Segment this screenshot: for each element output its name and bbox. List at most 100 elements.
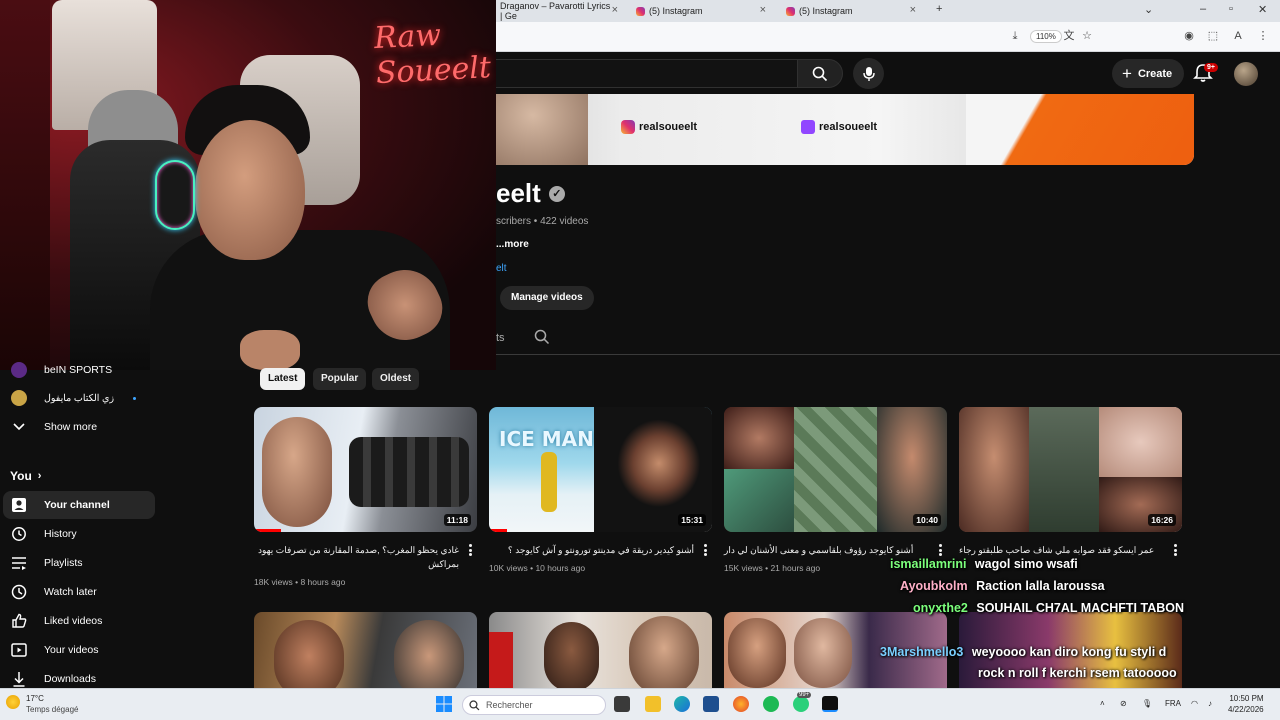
- video-thumbnail[interactable]: 16:26: [959, 407, 1182, 532]
- weather-temp[interactable]: 17°C: [26, 694, 44, 703]
- sidebar-you-header[interactable]: You ›: [10, 469, 41, 483]
- firefox-icon[interactable]: [733, 696, 749, 712]
- channel-search-icon[interactable]: [534, 329, 550, 345]
- more-link[interactable]: ...more: [496, 239, 529, 250]
- store-icon[interactable]: [703, 696, 719, 712]
- language-indicator[interactable]: FRA: [1165, 699, 1181, 708]
- video-meta: 15K views • 21 hours ago: [724, 563, 821, 573]
- upload-age: 10 hours ago: [535, 563, 586, 573]
- close-icon[interactable]: ×: [612, 4, 618, 16]
- taskbar-search[interactable]: Rechercher: [462, 695, 606, 715]
- sidebar-item-your-channel[interactable]: Your channel: [3, 491, 155, 519]
- chat-message: onyxthe2 SOUHAIL CH7AL MACHFTI TABON: [913, 601, 1184, 615]
- video-thumbnail[interactable]: 11:18: [254, 407, 477, 532]
- sidebar-item-label: History: [44, 528, 77, 540]
- speaker-icon[interactable]: ♪: [1208, 699, 1212, 708]
- watch-progress: [254, 529, 281, 532]
- edge-icon[interactable]: [674, 696, 690, 712]
- network-icon[interactable]: ⊘: [1120, 699, 1127, 708]
- filter-oldest[interactable]: Oldest: [372, 368, 420, 390]
- video-title[interactable]: عمر ايسكو فقد صوابه ملي شاف صاحب طلبقتو …: [959, 543, 1164, 557]
- task-view-icon[interactable]: [614, 696, 630, 712]
- view-count: 10K views: [489, 563, 528, 573]
- mic-icon[interactable]: 🎙︎: [1142, 699, 1152, 708]
- tab-instagram-1[interactable]: (5) Instagram ×: [632, 2, 772, 20]
- spotify-icon[interactable]: [763, 696, 779, 712]
- tab-lyrics[interactable]: Draganov – Pavarotti Lyrics | Ge ×: [496, 1, 618, 21]
- clock-time: 10:50 PM: [1229, 694, 1264, 703]
- duration-badge: 16:26: [1148, 514, 1176, 526]
- sidebar-item-watch-later[interactable]: Watch later: [0, 578, 152, 606]
- chat-message: Ayoubkolm Raction lalla laroussa: [900, 579, 1105, 593]
- chat-username: ismaillamrini: [890, 557, 967, 571]
- close-window-icon[interactable]: ✕: [1258, 3, 1267, 16]
- channel-avatar-icon: [10, 361, 28, 379]
- video-title[interactable]: أشنو كيدير دريقة في مدينتو تورونتو و آش …: [489, 543, 694, 557]
- tab-posts[interactable]: ts: [496, 332, 505, 344]
- sidebar-sub-kitab[interactable]: زي الكتاب مايفول: [0, 384, 152, 412]
- chevron-up-icon[interactable]: ˄: [1100, 699, 1105, 708]
- maximize-icon[interactable]: ▫: [1229, 3, 1233, 15]
- whatsapp-icon[interactable]: [793, 696, 809, 712]
- more-options-icon[interactable]: [704, 544, 708, 556]
- video-thumbnail[interactable]: [254, 612, 477, 688]
- translate-icon[interactable]: 文: [1063, 30, 1075, 42]
- tab-instagram-2[interactable]: (5) Instagram ×: [782, 2, 922, 20]
- playlists-icon: [10, 554, 28, 572]
- install-icon[interactable]: ⤓: [1009, 30, 1021, 42]
- extensions-icon[interactable]: ⬚: [1207, 30, 1219, 42]
- more-options-icon[interactable]: [469, 544, 473, 556]
- neon-sign: Raw Soueelt: [373, 17, 492, 92]
- filter-popular[interactable]: Popular: [313, 368, 367, 390]
- video-title[interactable]: غادي يحظو المغرب؟ ,صدمة المقارنة من تصرف…: [254, 543, 459, 571]
- video-thumbnail[interactable]: ICE MAN 15:31: [489, 407, 712, 532]
- clock[interactable]: 10:50 PM 4/22/2026: [1228, 693, 1264, 715]
- sidebar-item-label: beIN SPORTS: [44, 364, 113, 376]
- chevron-down-icon: [10, 418, 28, 436]
- manage-videos-button[interactable]: Manage videos: [500, 286, 594, 310]
- filter-latest[interactable]: Latest: [260, 368, 306, 390]
- zoom-indicator[interactable]: 110%: [1030, 30, 1062, 43]
- voice-search-button[interactable]: [853, 58, 884, 89]
- weather-desc[interactable]: Temps dégagé: [26, 705, 78, 714]
- sidebar-sub-bein[interactable]: beIN SPORTS: [0, 356, 152, 384]
- more-options-icon[interactable]: [1174, 544, 1178, 556]
- sidebar-item-playlists[interactable]: Playlists: [0, 549, 152, 577]
- history-icon: [10, 525, 28, 543]
- channel-stats: scribers • 422 videos: [496, 216, 589, 227]
- star-icon[interactable]: ☆: [1081, 30, 1093, 42]
- wifi-icon[interactable]: ◠: [1191, 699, 1198, 708]
- new-tab-icon[interactable]: +: [936, 3, 942, 15]
- avatar[interactable]: [1234, 62, 1258, 86]
- whatsapp-badge: 99+: [797, 692, 812, 698]
- video-thumbnail[interactable]: [489, 612, 712, 688]
- sidebar-item-your-videos[interactable]: Your videos: [0, 636, 152, 664]
- instagram-icon: [621, 120, 635, 134]
- file-explorer-icon[interactable]: [645, 696, 661, 712]
- search-placeholder: Rechercher: [486, 700, 533, 710]
- sidebar-item-history[interactable]: History: [0, 520, 152, 548]
- sidebar-show-more[interactable]: Show more: [0, 413, 152, 441]
- app-active-icon[interactable]: [822, 696, 838, 712]
- channel-link[interactable]: elt: [496, 263, 507, 274]
- menu-icon[interactable]: ⋮: [1257, 30, 1269, 42]
- windows-start-icon[interactable]: [436, 696, 452, 712]
- search-input[interactable]: [470, 59, 798, 88]
- chat-username: Ayoubkolm: [900, 579, 968, 593]
- instagram-handle: realsoueelt: [639, 121, 698, 133]
- sidebar-item-label: Watch later: [44, 586, 97, 598]
- chat-text: wagol simo wsafi: [974, 557, 1078, 571]
- create-button[interactable]: + Create: [1112, 59, 1185, 88]
- more-options-icon[interactable]: [939, 544, 943, 556]
- sidebar-item-liked[interactable]: Liked videos: [0, 607, 152, 635]
- close-icon[interactable]: ×: [760, 4, 766, 16]
- close-icon[interactable]: ×: [910, 4, 916, 16]
- video-title[interactable]: أشنو كايوجد رؤوف بلقاسمي و معنى الأشنان …: [724, 543, 929, 557]
- chevron-down-icon[interactable]: ⌄: [1144, 3, 1153, 16]
- video-thumbnail[interactable]: 10:40: [724, 407, 947, 532]
- profile-icon[interactable]: ◉: [1183, 30, 1195, 42]
- minimize-icon[interactable]: –: [1200, 3, 1206, 15]
- translate-ext-icon[interactable]: A: [1232, 30, 1244, 42]
- search-button[interactable]: [797, 59, 843, 88]
- weather-icon[interactable]: [6, 695, 20, 709]
